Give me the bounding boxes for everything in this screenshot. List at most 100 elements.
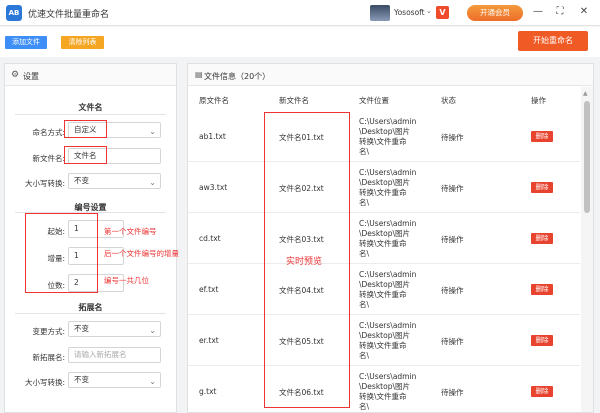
- new-ext-placeholder: 请输入新拓展名: [74, 350, 127, 359]
- file-location-line: 名\: [359, 402, 370, 411]
- numbering-highlight: [25, 213, 98, 293]
- table-row[interactable]: ab1.txt 文件名01.txt C:\Users\admin \Desktop\图…: [188, 112, 580, 162]
- close-icon[interactable]: ✕: [576, 4, 592, 20]
- file-location-line: 转换\文件重命: [359, 290, 407, 299]
- digits-note: 编号一共几位: [104, 276, 149, 285]
- table-row[interactable]: aw3.txt 文件名02.txt C:\Users\admin \Desktop\图…: [188, 163, 580, 213]
- ext-mode-label: 变更方式:: [32, 327, 65, 336]
- divider: [15, 313, 166, 314]
- file-location: C:\Users\admin \Desktop\图片 转换\文件重命 名\: [359, 117, 429, 157]
- delete-button[interactable]: 删除: [531, 335, 553, 346]
- start-rename-button[interactable]: 开始重命名: [518, 31, 588, 51]
- file-status: 待操作: [441, 337, 464, 346]
- naming-mode-highlight: [64, 120, 107, 138]
- ext-case-label: 大小写转换:: [24, 378, 65, 387]
- file-location-line: \Desktop\图片: [359, 382, 410, 391]
- case-convert-value: 不变: [74, 176, 89, 185]
- file-location-line: 名\: [359, 249, 370, 258]
- file-location-line: \Desktop\图片: [359, 229, 410, 238]
- chevron-down-icon[interactable]: ⌄: [426, 7, 432, 15]
- file-location-line: 转换\文件重命: [359, 137, 407, 146]
- file-status: 待操作: [441, 286, 464, 295]
- file-location-line: 名\: [359, 147, 370, 156]
- document-icon: ▤: [195, 70, 203, 79]
- original-filename: ef.txt: [199, 285, 219, 294]
- file-location-line: 名\: [359, 300, 370, 309]
- table-row[interactable]: er.txt 文件名05.txt C:\Users\admin \Desktop\图片…: [188, 316, 580, 366]
- chevron-down-icon: ⌄: [149, 377, 156, 386]
- column-original-name: 原文件名: [199, 96, 229, 105]
- file-list-panel: ▤ 文件信息（20个） 原文件名 新文件名 文件位置 状态 操作 ab1.txt…: [187, 63, 594, 413]
- new-filename-label: 新文件名:: [32, 154, 65, 163]
- file-location-line: C:\Users\admin: [359, 270, 417, 279]
- file-location-line: 转换\文件重命: [359, 341, 407, 350]
- original-filename: er.txt: [199, 336, 219, 345]
- file-status: 待操作: [441, 388, 464, 397]
- scroll-up-icon[interactable]: ▲: [583, 90, 588, 97]
- new-filename-highlight: [64, 146, 107, 164]
- column-location: 文件位置: [359, 96, 389, 105]
- chevron-down-icon: ⌄: [149, 127, 156, 136]
- title-bar: AB 优速文件批量重命名 Yososoft ⌄ V 开通会员 — ⛶ ✕: [0, 0, 600, 26]
- file-location-line: C:\Users\admin: [359, 321, 417, 330]
- column-action: 操作: [531, 96, 546, 105]
- file-list-title: 文件信息（20个）: [204, 72, 271, 81]
- vip-button[interactable]: 开通会员: [467, 5, 523, 21]
- file-location-line: C:\Users\admin: [359, 219, 417, 228]
- delete-button[interactable]: 删除: [531, 131, 553, 142]
- case-convert-label: 大小写转换:: [24, 179, 65, 188]
- ext-case-select[interactable]: 不变 ⌄: [68, 372, 161, 388]
- preview-note: 实时预览: [286, 257, 323, 267]
- minimize-icon[interactable]: —: [530, 4, 546, 20]
- scrollbar[interactable]: ▲: [581, 87, 593, 412]
- delete-button[interactable]: 删除: [531, 233, 553, 244]
- settings-title: 设置: [23, 72, 39, 81]
- table-row[interactable]: g.txt 文件名06.txt C:\Users\admin \Desktop\图片转…: [188, 367, 580, 412]
- user-name[interactable]: Yososoft: [394, 8, 425, 17]
- settings-header: ⚙ 设置: [5, 64, 176, 86]
- chevron-down-icon: ⌄: [149, 326, 156, 335]
- file-location-line: C:\Users\admin: [359, 372, 417, 381]
- step-note: 后一个文件编号的增量: [104, 249, 179, 258]
- file-location-line: 转换\文件重命: [359, 188, 407, 197]
- file-status: 待操作: [441, 184, 464, 193]
- clear-list-button[interactable]: 清除列表: [61, 36, 104, 49]
- delete-button[interactable]: 删除: [531, 182, 553, 193]
- file-location: C:\Users\admin \Desktop\图片 转换\文件重命 名\: [359, 372, 429, 412]
- file-location: C:\Users\admin \Desktop\图片 转换\文件重命 名\: [359, 168, 429, 208]
- file-location: C:\Users\admin \Desktop\图片 转换\文件重命 名\: [359, 321, 429, 361]
- file-status: 待操作: [441, 235, 464, 244]
- add-files-button[interactable]: 添加文件: [5, 36, 47, 49]
- extension-section-title: 拓展名: [78, 303, 103, 312]
- divider: [15, 114, 166, 115]
- table-row[interactable]: cd.txt 文件名03.txt C:\Users\admin \Desktop\图片…: [188, 214, 580, 264]
- ext-mode-select[interactable]: 不变 ⌄: [68, 321, 161, 337]
- file-location-line: 名\: [359, 198, 370, 207]
- file-location-line: \Desktop\图片: [359, 331, 410, 340]
- new-ext-input[interactable]: 请输入新拓展名: [68, 347, 161, 363]
- delete-button[interactable]: 删除: [531, 284, 553, 295]
- file-status: 待操作: [441, 133, 464, 142]
- toolbar: 添加文件 清除列表 开始重命名: [0, 27, 600, 57]
- delete-button[interactable]: 删除: [531, 386, 553, 397]
- chevron-down-icon: ⌄: [149, 178, 156, 187]
- file-location-line: C:\Users\admin: [359, 117, 417, 126]
- app-logo-icon: AB: [6, 5, 22, 21]
- column-new-name: 新文件名: [279, 96, 309, 105]
- file-location-line: \Desktop\图片: [359, 280, 410, 289]
- file-location-line: C:\Users\admin: [359, 168, 417, 177]
- app-title: 优速文件批量重命名: [28, 10, 110, 20]
- vip-badge-icon: V: [436, 6, 449, 19]
- filename-section-title: 文件名: [78, 103, 103, 112]
- scroll-thumb[interactable]: [584, 101, 590, 213]
- user-avatar[interactable]: [370, 5, 390, 21]
- column-status: 状态: [441, 96, 456, 105]
- file-location: C:\Users\admin \Desktop\图片 转换\文件重命 名\: [359, 219, 429, 259]
- start-note: 第一个文件编号: [104, 227, 157, 236]
- file-location-line: 名\: [359, 351, 370, 360]
- original-filename: g.txt: [199, 387, 217, 396]
- maximize-icon[interactable]: ⛶: [552, 4, 568, 20]
- table-row[interactable]: ef.txt 文件名04.txt C:\Users\admin \Desktop\图片…: [188, 265, 580, 315]
- original-filename: cd.txt: [199, 234, 221, 243]
- case-convert-select[interactable]: 不变 ⌄: [68, 173, 161, 189]
